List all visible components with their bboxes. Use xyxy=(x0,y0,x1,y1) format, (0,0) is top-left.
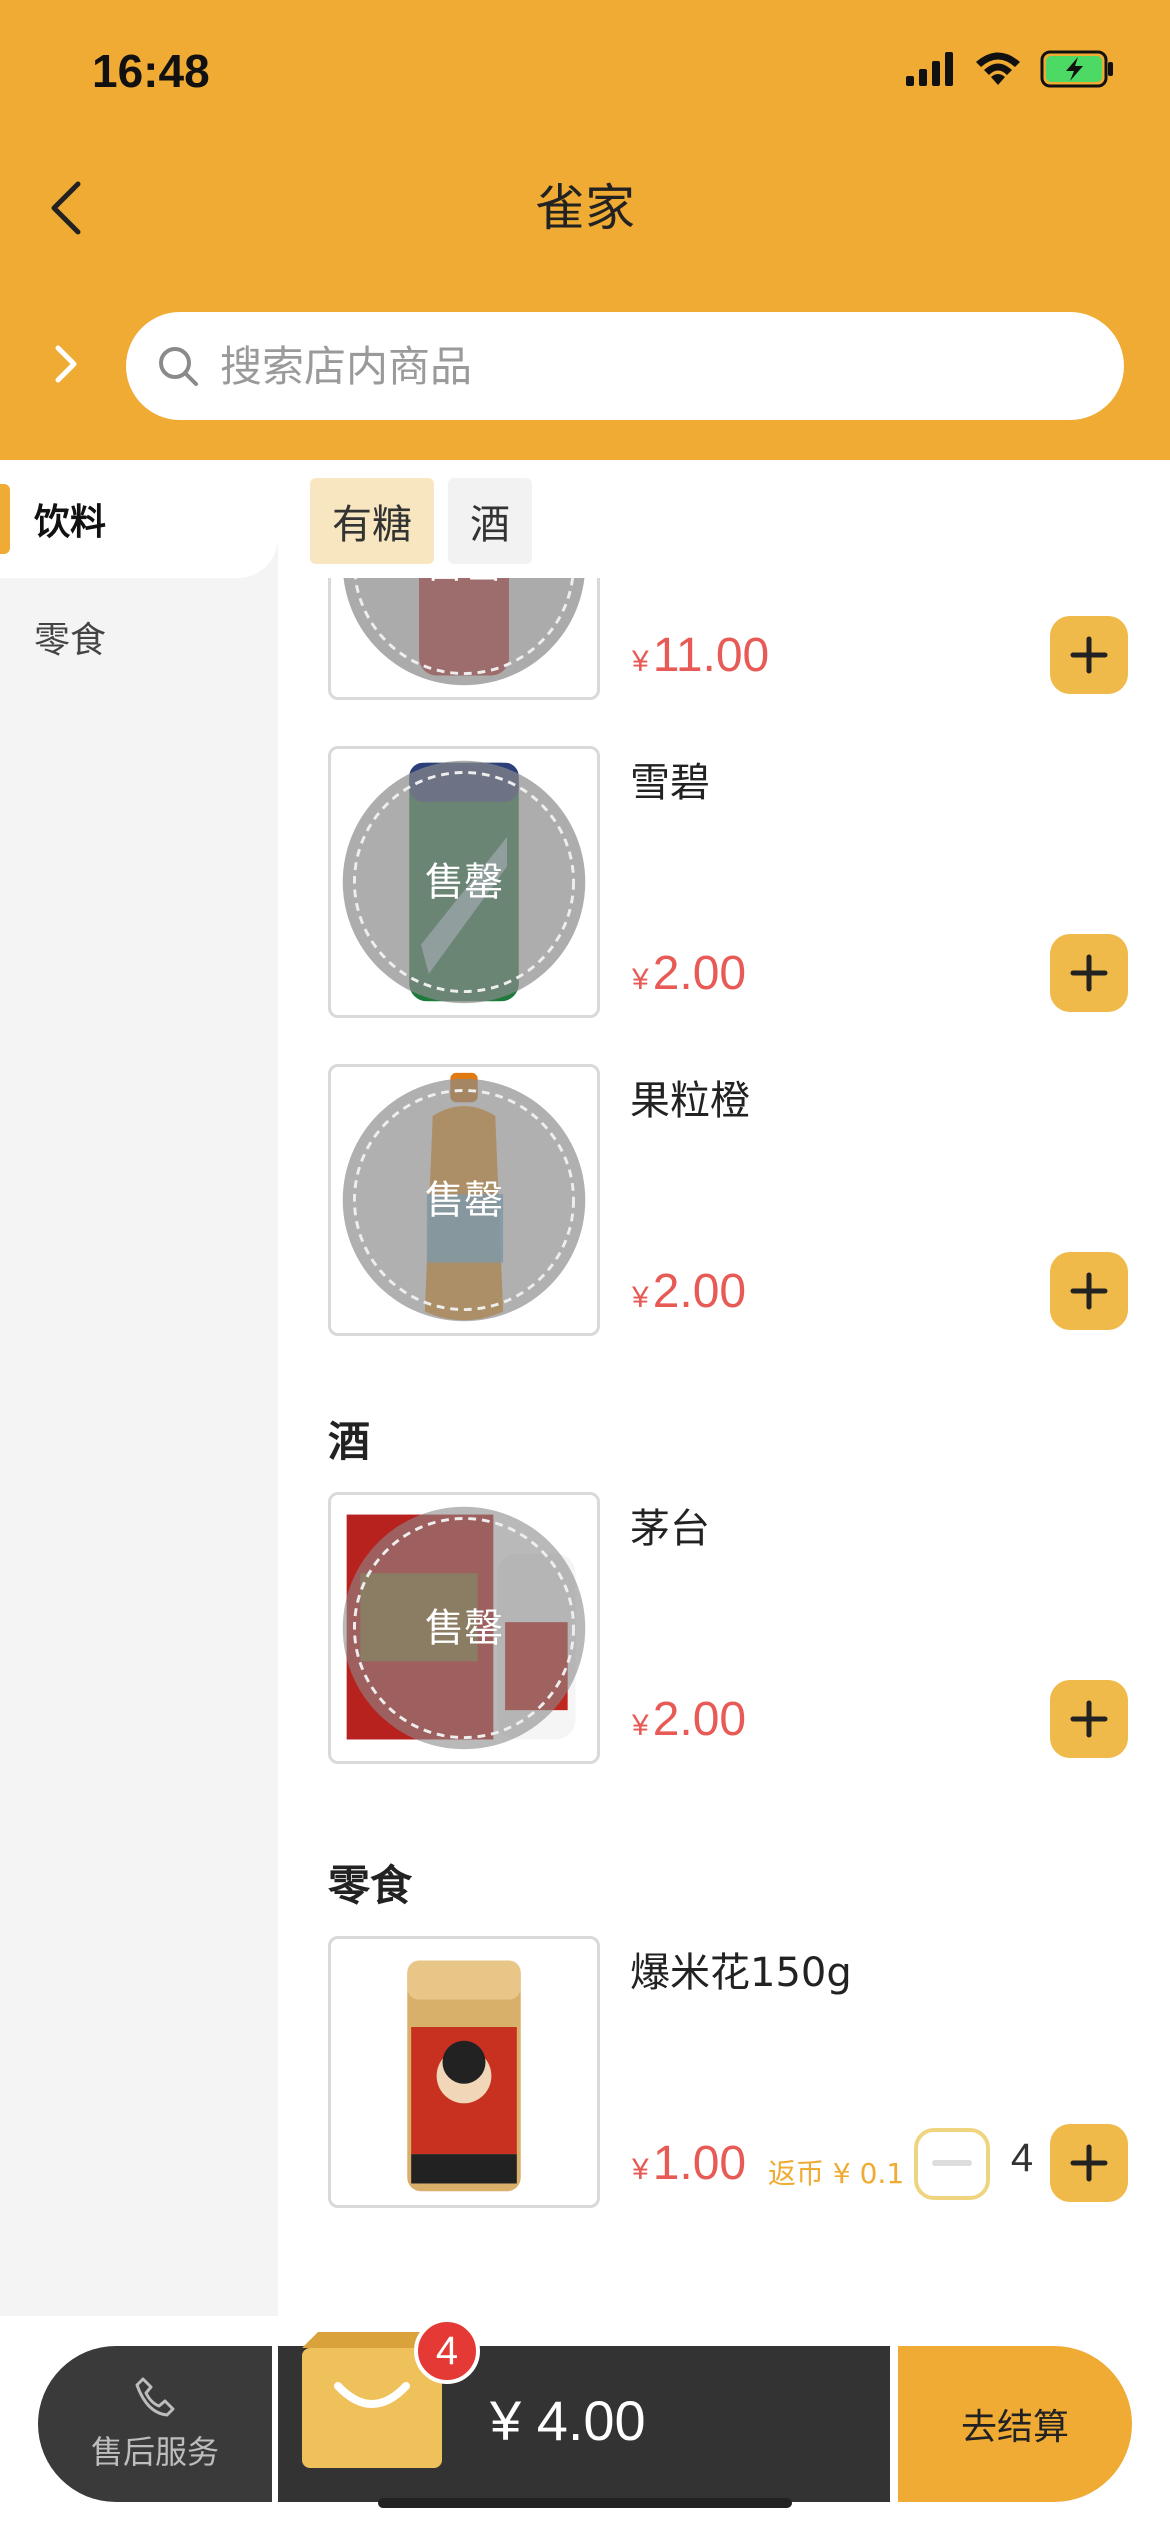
signal-icon xyxy=(906,52,953,86)
add-button[interactable] xyxy=(1050,1252,1128,1330)
sold-out-label: 售罄 xyxy=(425,1607,503,1652)
search-box[interactable] xyxy=(126,312,1124,420)
search-icon xyxy=(156,341,206,391)
cart-count-badge: 4 xyxy=(414,2318,480,2384)
minus-icon xyxy=(932,2160,972,2166)
sold-out-label: 售罄 xyxy=(425,1179,503,1224)
sidebar-item-drinks[interactable]: 饮料 xyxy=(0,460,278,578)
product-price: ¥2.00 xyxy=(632,1265,747,1318)
after-sales-service-button[interactable]: 售后服务 xyxy=(38,2346,272,2502)
section-title-snacks: 零食 xyxy=(328,1861,413,1910)
status-time: 16:48 xyxy=(92,45,210,97)
tag-liquor[interactable]: 酒 xyxy=(448,478,532,564)
plus-icon xyxy=(1070,1700,1108,1738)
tag-sugared[interactable]: 有糖 xyxy=(310,478,434,564)
product-item[interactable]: 售罄 茅台 ¥2.00 xyxy=(278,1492,1170,1764)
sidebar-item-label: 饮料 xyxy=(34,502,107,543)
product-price: ¥1.00 xyxy=(632,2137,747,2190)
product-image: 售罄 xyxy=(328,746,600,1018)
decrease-button[interactable] xyxy=(914,2128,990,2200)
phone-icon xyxy=(135,2377,175,2417)
product-list: 售罄 ¥11.00 售罄 雪碧 ¥2.00 xyxy=(278,578,1170,2318)
add-button[interactable] xyxy=(1050,616,1128,694)
product-item[interactable]: 售罄 果粒橙 ¥2.00 xyxy=(278,1064,1170,1336)
plus-icon xyxy=(1070,1272,1108,1310)
product-price: ¥2.00 xyxy=(632,947,747,1000)
product-name: 爆米花150g xyxy=(630,1950,852,1996)
product-price: ¥11.00 xyxy=(632,629,770,682)
product-image: 售罄 xyxy=(328,1064,600,1336)
sidebar-item-snacks[interactable]: 零食 xyxy=(0,578,278,696)
search-input[interactable] xyxy=(220,341,1080,391)
product-image: 售罄 xyxy=(328,578,600,700)
add-button[interactable] xyxy=(1050,2124,1128,2202)
plus-icon xyxy=(1070,636,1108,674)
service-label: 售后服务 xyxy=(90,2433,219,2471)
add-button[interactable] xyxy=(1050,934,1128,1012)
section-title-liquor: 酒 xyxy=(328,1417,371,1466)
home-indicator xyxy=(378,2498,792,2508)
add-button[interactable] xyxy=(1050,1680,1128,1758)
product-price: ¥2.00 xyxy=(632,1693,747,1746)
wifi-icon xyxy=(976,52,1020,85)
checkout-button[interactable]: 去结算 xyxy=(898,2346,1132,2502)
product-image: 售罄 xyxy=(328,1492,600,1764)
subcategory-tags: 有糖 酒 xyxy=(310,478,532,564)
product-name: 雪碧 xyxy=(630,760,710,806)
product-name: 果粒橙 xyxy=(630,1078,750,1124)
plus-icon xyxy=(1070,954,1108,992)
header: 16:48 雀家 xyxy=(0,0,1170,460)
status-icons xyxy=(906,50,1116,88)
product-item[interactable]: 售罄 雪碧 ¥2.00 xyxy=(278,746,1170,1018)
product-name: 茅台 xyxy=(630,1506,710,1552)
product-image xyxy=(328,1936,600,2208)
chevron-right-icon[interactable] xyxy=(44,334,88,394)
battery-icon xyxy=(1040,50,1113,88)
sold-out-label: 售罄 xyxy=(425,578,503,588)
sidebar-item-label: 零食 xyxy=(34,620,107,661)
product-item[interactable]: 售罄 ¥11.00 xyxy=(278,578,1170,700)
quantity-value: 4 xyxy=(1010,2136,1034,2180)
product-item[interactable]: 爆米花150g ¥1.00 返币 ¥ 0.1 4 xyxy=(278,1936,1170,2208)
rebate-label: 返币 ¥ 0.1 xyxy=(768,2157,905,2190)
sold-out-label: 售罄 xyxy=(425,861,503,906)
page-title: 雀家 xyxy=(535,179,635,237)
plus-icon xyxy=(1070,2144,1108,2182)
cart-total: ¥ 4.00 xyxy=(490,2389,646,2452)
category-sidebar: 饮料 零食 xyxy=(0,460,278,2532)
